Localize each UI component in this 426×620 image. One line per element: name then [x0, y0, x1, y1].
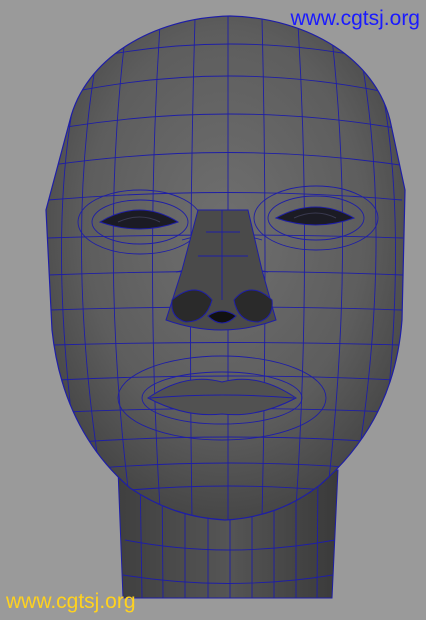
head-polygon-mesh-icon — [45, 15, 406, 599]
watermark-bottom-text: www.cgtsj.org — [6, 590, 136, 613]
head-mesh — [45, 15, 406, 521]
watermark-top-text: www.cgtsj.org — [290, 7, 420, 30]
viewport-3d[interactable]: www.cgtsj.org www.cgtsj.org — [0, 0, 426, 620]
